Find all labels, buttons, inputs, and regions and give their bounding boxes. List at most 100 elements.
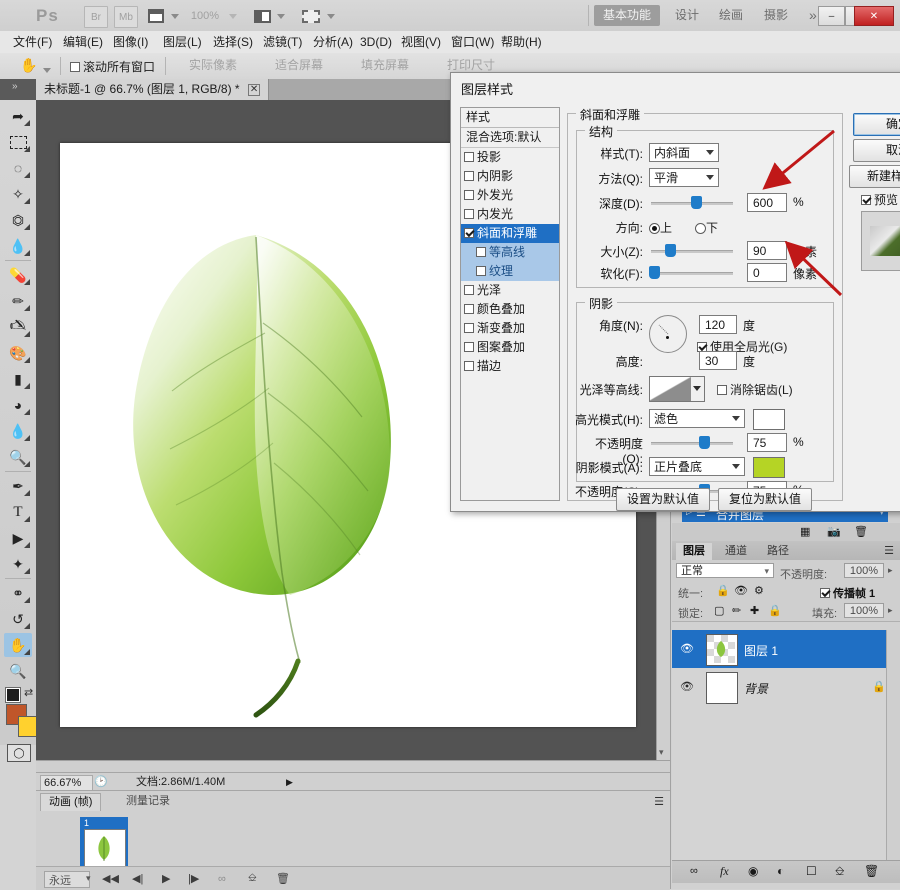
style-checkbox[interactable] — [464, 361, 474, 371]
opacity-stepper-icon[interactable]: ▸ — [888, 565, 893, 576]
style-item-texture[interactable]: 纹理 — [461, 262, 559, 281]
menu-edit[interactable]: 编辑(E) — [58, 33, 108, 51]
zoom-level-caret-icon[interactable] — [228, 6, 238, 26]
blending-options-item[interactable]: 混合选项:默认 — [461, 128, 559, 148]
panel-menu-icon[interactable]: ☰ — [654, 795, 664, 808]
brush-tool-icon[interactable]: ✏ — [4, 289, 32, 313]
unify-style-icon[interactable]: ⚙ — [754, 584, 764, 597]
loop-option-select[interactable]: 永远 — [44, 871, 90, 888]
eye-icon[interactable]: 👁 — [680, 642, 694, 655]
style-item-gradient-overlay[interactable]: 渐变叠加 — [461, 319, 559, 338]
style-item-inner-glow[interactable]: 内发光 — [461, 205, 559, 224]
style-checkbox[interactable] — [464, 209, 474, 219]
style-checkbox[interactable] — [464, 342, 474, 352]
next-frame-icon[interactable]: |▶ — [188, 871, 199, 886]
actual-pixels-button[interactable]: 实际像素 — [172, 56, 254, 75]
menu-image[interactable]: 图像(I) — [108, 33, 153, 51]
play-icon[interactable]: ▶ — [162, 871, 170, 886]
menu-window[interactable]: 窗口(W) — [446, 33, 499, 51]
clone-stamp-tool-icon[interactable]: 🖎 — [4, 315, 32, 339]
style-checkbox[interactable] — [464, 190, 474, 200]
dodge-tool-icon[interactable]: 🔍 — [4, 445, 32, 469]
magic-wand-tool-icon[interactable]: ✧ — [4, 182, 32, 206]
workspace-painting[interactable]: 绘画 — [710, 5, 752, 26]
fill-stepper-icon[interactable]: ▸ — [888, 605, 893, 616]
type-tool-icon[interactable]: T — [4, 500, 32, 524]
bridge-icon[interactable]: Br — [84, 6, 108, 28]
layers-scrollbar[interactable] — [886, 630, 900, 860]
table-row[interactable]: 👁 图层 1 — [672, 630, 900, 669]
bevel-technique-select[interactable]: 平滑 — [649, 168, 719, 187]
chevron-down-icon[interactable]: ▾ — [86, 873, 91, 884]
style-checkbox[interactable] — [464, 323, 474, 333]
gloss-contour-preview[interactable] — [649, 376, 693, 402]
screen-mode-caret-icon[interactable] — [276, 6, 286, 26]
styles-list[interactable]: 样式 混合选项:默认 投影 内阴影 外发光 内发光 斜面和浮雕 等高线 纹理 光… — [460, 107, 560, 501]
reset-to-default-button[interactable]: 复位为默认值 — [718, 488, 812, 511]
new-style-button[interactable]: 新建样式... — [849, 165, 900, 188]
menu-help[interactable]: 帮助(H) — [496, 33, 547, 51]
healing-brush-tool-icon[interactable]: 💊 — [4, 263, 32, 287]
3d-object-rotate-tool-icon[interactable]: ⚭ — [4, 581, 32, 605]
tab-measurement-log[interactable]: 测量记录 — [118, 793, 178, 810]
3d-camera-tool-icon[interactable]: ↺ — [4, 607, 32, 631]
layer-thumbnail[interactable] — [706, 634, 738, 666]
style-checkbox[interactable] — [464, 152, 474, 162]
style-checkbox[interactable] — [464, 285, 474, 295]
arrange-documents-icon[interactable] — [146, 6, 166, 26]
highlight-opacity-thumb[interactable] — [699, 436, 710, 449]
gloss-contour-dropdown[interactable] — [691, 376, 705, 402]
shadow-color-swatch[interactable] — [753, 457, 785, 478]
panel-menu-icon[interactable]: ☰ — [884, 544, 894, 557]
new-document-icon[interactable]: ▦ — [800, 525, 810, 538]
highlight-mode-select[interactable]: 滤色 — [649, 409, 745, 428]
shadow-mode-select[interactable]: 正片叠底 — [649, 457, 745, 476]
menu-analysis[interactable]: 分析(A) — [308, 33, 358, 51]
fit-screen-button[interactable]: 适合屏幕 — [258, 56, 340, 75]
view-extras-icon[interactable] — [300, 6, 322, 26]
workspace-essentials[interactable]: 基本功能 — [594, 5, 660, 26]
soften-slider-track[interactable] — [651, 272, 733, 275]
minimize-button[interactable]: – — [818, 6, 845, 26]
direction-up-radio-button[interactable] — [649, 223, 660, 234]
depth-slider-thumb[interactable] — [691, 196, 702, 209]
tool-preset-caret-icon[interactable] — [42, 60, 52, 80]
lasso-tool-icon[interactable]: ◌ — [4, 156, 32, 180]
set-as-default-button[interactable]: 设置为默认值 — [616, 488, 710, 511]
workspace-design[interactable]: 设计 — [666, 5, 708, 26]
paint-bucket-tool-icon[interactable]: ◕ — [4, 393, 32, 417]
history-brush-tool-icon[interactable]: 🎨 — [4, 341, 32, 365]
eraser-tool-icon[interactable]: ▮ — [4, 367, 32, 391]
new-snapshot-icon[interactable]: 📷 — [827, 525, 841, 538]
eyedropper-tool-icon[interactable]: 💧 — [4, 234, 32, 258]
cancel-button[interactable]: 取消 — [853, 139, 900, 162]
fx-icon[interactable]: fx — [720, 864, 729, 879]
hand-tool-icon[interactable]: ✋ — [18, 56, 40, 75]
unify-position-icon[interactable]: 🔒 — [716, 584, 730, 597]
style-item-contour[interactable]: 等高线 — [461, 243, 559, 262]
quick-mask-icon[interactable]: ◯ — [7, 744, 31, 762]
style-checkbox[interactable] — [476, 247, 486, 257]
bevel-style-select[interactable]: 内斜面 — [649, 143, 719, 162]
style-item-drop-shadow[interactable]: 投影 — [461, 148, 559, 167]
new-group-icon[interactable]: ☐ — [806, 864, 817, 878]
style-item-inner-shadow[interactable]: 内阴影 — [461, 167, 559, 186]
preview-checkbox-box[interactable] — [861, 195, 871, 205]
hand-tool-icon[interactable]: ✋ — [4, 633, 32, 657]
tab-layers[interactable]: 图层 — [676, 543, 712, 560]
close-icon[interactable]: ✕ — [248, 84, 260, 96]
close-button[interactable]: ✕ — [854, 6, 894, 26]
antialias-checkbox[interactable]: 消除锯齿(L) — [717, 381, 793, 398]
antialias-checkbox-box[interactable] — [717, 385, 727, 395]
style-item-satin[interactable]: 光泽 — [461, 281, 559, 300]
style-checkbox[interactable] — [464, 304, 474, 314]
default-colors-icon[interactable] — [6, 688, 20, 702]
scroll-all-windows-checkbox-box[interactable] — [70, 62, 80, 72]
style-item-color-overlay[interactable]: 颜色叠加 — [461, 300, 559, 319]
propagate-frame-checkbox[interactable]: 传播帧 1 — [820, 585, 875, 601]
custom-shape-tool-icon[interactable]: ✦ — [4, 552, 32, 576]
add-mask-icon[interactable]: ◉ — [748, 864, 758, 878]
delete-frame-icon[interactable]: 🗑 — [276, 871, 290, 886]
path-selection-tool-icon[interactable]: ▶ — [4, 526, 32, 550]
view-extras-caret-icon[interactable] — [326, 6, 336, 26]
